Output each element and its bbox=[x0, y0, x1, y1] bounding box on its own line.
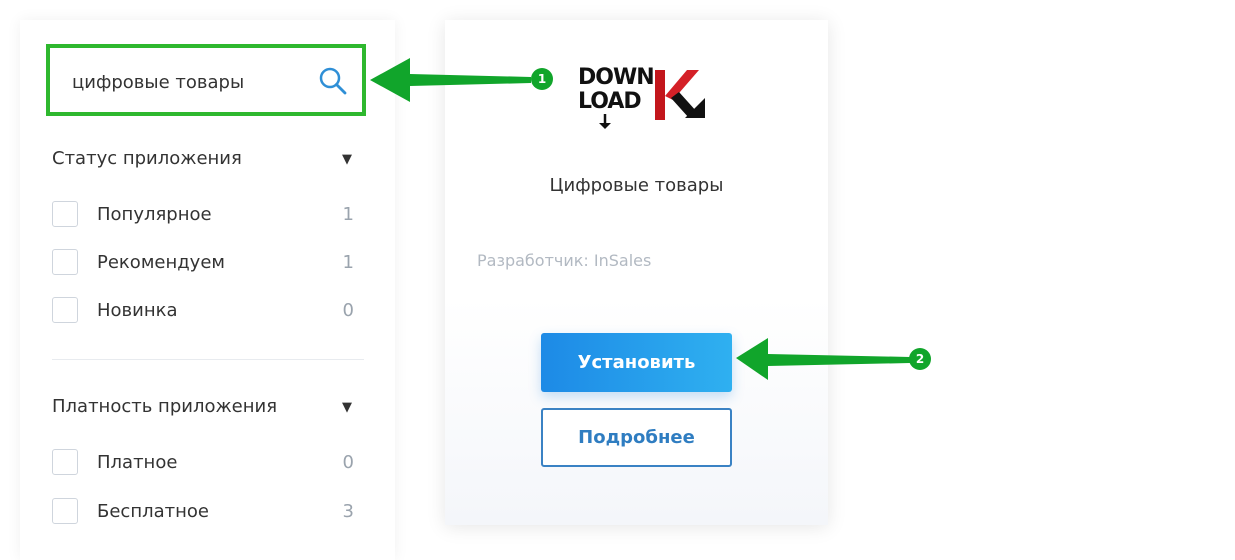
checkbox[interactable] bbox=[52, 498, 78, 524]
filter-label: Новинка bbox=[97, 300, 178, 321]
logo-line: DOWN bbox=[578, 65, 655, 90]
checkbox[interactable] bbox=[52, 201, 78, 227]
filter-row-popular[interactable]: Популярное 1 bbox=[52, 201, 354, 229]
search-box bbox=[46, 44, 366, 116]
divider bbox=[52, 359, 364, 360]
checkbox[interactable] bbox=[52, 297, 78, 323]
download-arrow-icon bbox=[599, 114, 611, 129]
checkbox[interactable] bbox=[52, 249, 78, 275]
filter-label: Рекомендуем bbox=[97, 252, 225, 273]
caret-down-icon[interactable]: ▼ bbox=[342, 400, 352, 415]
filter-title-status[interactable]: Статус приложения bbox=[52, 148, 242, 169]
developer-info: Разработчик: InSales bbox=[477, 251, 652, 270]
filter-count: 0 bbox=[342, 452, 354, 473]
filter-label: Популярное bbox=[97, 204, 212, 225]
kaspersky-logo-icon bbox=[655, 70, 705, 120]
filter-row-paid[interactable]: Платное 0 bbox=[52, 449, 354, 477]
filter-count: 0 bbox=[342, 300, 354, 321]
checkbox[interactable] bbox=[52, 449, 78, 475]
filter-row-recommended[interactable]: Рекомендуем 1 bbox=[52, 249, 354, 277]
filter-row-free[interactable]: Бесплатное 3 bbox=[52, 498, 354, 526]
badge-1: 1 bbox=[531, 68, 553, 90]
install-button[interactable]: Установить bbox=[541, 333, 732, 392]
app-card: DOWN LOAD Цифровые товары Разработчик: I… bbox=[445, 20, 828, 525]
filter-count: 1 bbox=[342, 204, 354, 225]
filter-label: Бесплатное bbox=[97, 501, 209, 522]
search-input[interactable] bbox=[70, 66, 304, 98]
badge-2: 2 bbox=[909, 348, 931, 370]
filter-row-new[interactable]: Новинка 0 bbox=[52, 297, 354, 325]
details-button[interactable]: Подробнее bbox=[541, 408, 732, 467]
filter-title-pricing[interactable]: Платность приложения bbox=[52, 396, 277, 417]
filter-count: 1 bbox=[342, 252, 354, 273]
caret-down-icon[interactable]: ▼ bbox=[342, 152, 352, 167]
logo-line: LOAD bbox=[578, 89, 642, 114]
filter-count: 3 bbox=[342, 501, 354, 522]
app-title[interactable]: Цифровые товары bbox=[445, 175, 828, 196]
filter-label: Платное bbox=[97, 452, 178, 473]
download-logo: DOWN LOAD bbox=[578, 65, 655, 132]
search-icon[interactable] bbox=[318, 66, 348, 96]
